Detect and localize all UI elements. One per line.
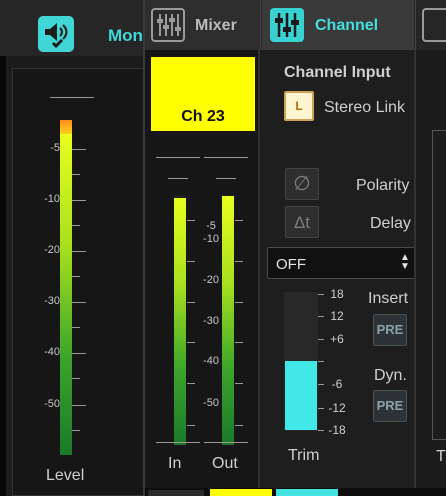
level-scale-tick — [72, 225, 80, 226]
level-scale-label: -10 — [44, 193, 60, 205]
level-scale-tick — [72, 327, 80, 328]
output-meter-label: Out — [212, 455, 238, 472]
level-scale-tick — [72, 251, 86, 252]
trim-scale-tick — [318, 430, 324, 431]
output-meter-fill — [222, 196, 234, 445]
meter-bottom-line — [204, 442, 248, 443]
polarity-icon: ∅ — [293, 173, 311, 195]
meter-scale-label: -20 — [203, 274, 219, 286]
meter-top-line — [204, 157, 248, 158]
meter-scale-tick — [187, 220, 195, 221]
level-scale-label: -20 — [44, 244, 60, 256]
meter-top-line — [216, 178, 236, 179]
insert-pre-button[interactable]: PRE — [373, 314, 407, 346]
trim-scale-tick — [318, 339, 324, 340]
speaker-check-icon — [38, 16, 74, 52]
meter-scale-tick — [187, 383, 195, 384]
input-icon — [422, 8, 446, 42]
level-scale-tick — [72, 378, 80, 379]
polarity-label: Polarity — [356, 177, 410, 194]
polarity-button[interactable]: ∅ — [285, 168, 319, 200]
trim-scale-tick — [318, 316, 324, 317]
channel-chip[interactable] — [276, 489, 338, 496]
channel-chip[interactable] — [148, 490, 204, 496]
level-label: Level — [46, 467, 85, 484]
meter-scale-label: -50 — [203, 397, 219, 409]
tab-mixer-label: Mixer — [195, 17, 237, 34]
channel-chip[interactable] — [210, 489, 272, 496]
channel-sliders-icon — [270, 8, 304, 42]
trim-scale-label: -18 — [328, 423, 346, 437]
meter-scale-label: -40 — [203, 355, 219, 367]
level-scale-tick — [72, 405, 86, 406]
trim-scale-label: +6 — [330, 332, 344, 346]
level-meter-peak — [60, 120, 72, 134]
meter-scale-label: -10 — [203, 233, 219, 245]
tab-channel-label: Channel — [315, 17, 379, 34]
level-meter-fill — [60, 134, 72, 455]
meter-scale-label: -5 — [206, 220, 216, 232]
trim-scale-tick — [318, 294, 324, 295]
delay-label: Delay — [370, 215, 411, 232]
trim-scale-label: 12 — [330, 309, 344, 323]
meter-scale-tick — [235, 302, 243, 303]
meter-scale-tick — [235, 261, 243, 262]
level-scale-tick — [72, 302, 86, 303]
level-scale-label: -40 — [44, 346, 60, 358]
meter-scale-tick — [187, 261, 195, 262]
meter-scale-tick — [187, 302, 195, 303]
stereo-link-button[interactable]: L — [284, 91, 314, 121]
channel-name: Ch 23 — [181, 108, 225, 125]
chevron-up-down-icon: ▲ ▼ — [400, 252, 410, 272]
level-scale-tick — [72, 174, 80, 175]
meter-scale-tick — [187, 425, 195, 426]
meter-top-line — [50, 97, 94, 98]
trim-label: Trim — [288, 447, 320, 464]
dyn-label: Dyn. — [374, 367, 407, 384]
meter-scale-tick — [235, 425, 243, 426]
meter-scale-tick — [187, 342, 195, 343]
stereo-link-label: Stereo Link — [324, 99, 405, 116]
level-scale-label: -30 — [44, 295, 60, 307]
trim-scale-tick — [318, 408, 324, 409]
meter-scale-tick — [235, 342, 243, 343]
channel-input-header: Channel Input — [284, 64, 391, 81]
meter-top-line — [156, 157, 200, 158]
level-scale-label: -5 — [50, 142, 60, 154]
trim-scale-label: -6 — [331, 377, 343, 391]
trim-scale-label: 18 — [330, 287, 344, 301]
right-panel-frame — [432, 130, 446, 440]
meter-scale-label: -30 — [203, 315, 219, 327]
trim-zero-line — [318, 361, 324, 362]
level-scale-tick — [72, 276, 80, 277]
insert-label: Insert — [368, 290, 409, 307]
window-edge — [0, 56, 6, 496]
delta-t-icon: Δt — [293, 213, 311, 232]
level-scale-tick — [72, 353, 86, 354]
trim-scale-tick — [318, 384, 324, 385]
level-scale-tick — [72, 149, 86, 150]
level-scale-tick — [72, 200, 86, 201]
meter-top-line — [168, 178, 188, 179]
input-meter-fill — [174, 198, 186, 445]
mixer-faders-icon — [151, 8, 185, 42]
delay-select-value: OFF — [276, 256, 306, 273]
meter-scale-tick — [235, 383, 243, 384]
delay-button[interactable]: Δt — [285, 206, 319, 238]
level-scale-label: -50 — [44, 398, 60, 410]
meter-scale-tick — [235, 220, 243, 221]
input-meter-label: In — [168, 455, 182, 472]
trim-slider-fill — [285, 361, 317, 430]
right-panel-label: T — [436, 448, 446, 465]
dyn-pre-button[interactable]: PRE — [373, 390, 407, 422]
meter-bottom-line — [156, 442, 200, 443]
level-meter-panel — [12, 68, 148, 496]
trim-scale-label: -12 — [328, 401, 346, 415]
level-scale-tick — [72, 430, 80, 431]
tab-monitor-label: Mon — [108, 26, 143, 45]
